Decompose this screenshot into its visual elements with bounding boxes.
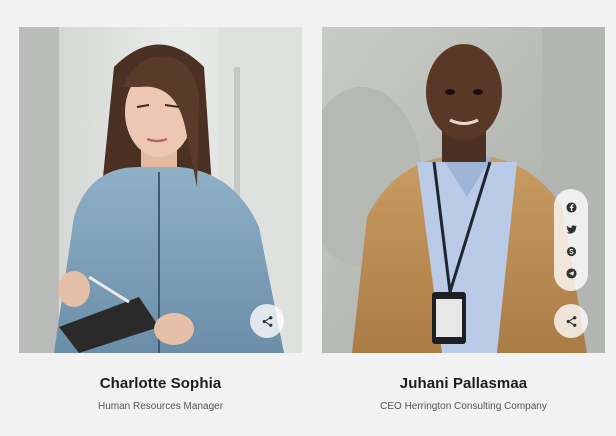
member-role: CEO Herrington Consulting Company: [380, 401, 547, 412]
share-icon: [262, 315, 272, 327]
team-grid: Charlotte Sophia Human Resources Manager: [0, 0, 616, 436]
member-photo: [19, 27, 302, 353]
skype-link[interactable]: [560, 240, 582, 262]
member-name: Charlotte Sophia: [99, 375, 222, 392]
social-links: [554, 189, 588, 291]
team-member-card: Charlotte Sophia Human Resources Manager: [19, 27, 302, 412]
telegram-link[interactable]: [560, 262, 582, 284]
portrait-image: [19, 27, 302, 353]
twitter-link[interactable]: [560, 218, 582, 240]
telegram-icon: [565, 267, 577, 279]
share-button[interactable]: [554, 304, 588, 338]
member-photo: [322, 27, 605, 353]
share-button[interactable]: [250, 304, 284, 338]
member-role: Human Resources Manager: [97, 401, 224, 412]
skype-icon: [566, 246, 576, 256]
member-name: Juhani Pallasmaa: [399, 375, 528, 392]
facebook-link[interactable]: [560, 196, 582, 218]
share-icon: [566, 315, 576, 327]
twitter-icon: [566, 224, 577, 234]
facebook-icon: [565, 201, 577, 213]
team-member-card: Juhani Pallasmaa CEO Herrington Consulti…: [322, 27, 605, 412]
